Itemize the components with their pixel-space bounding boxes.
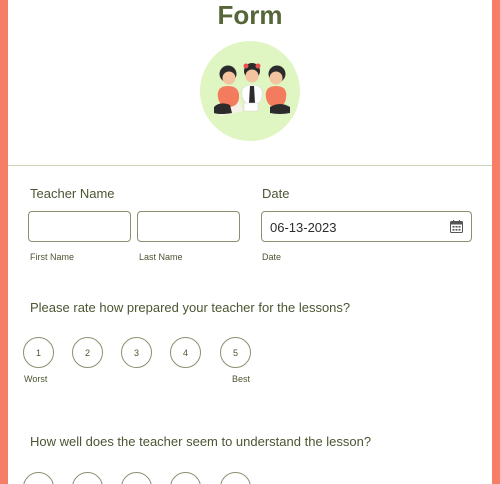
q2-rating-5[interactable]: 5	[220, 472, 251, 484]
q2-rating-2[interactable]: 2	[72, 472, 103, 484]
first-name-input[interactable]	[28, 211, 131, 242]
date-label: Date	[262, 186, 290, 201]
teacher-name-label: Teacher Name	[30, 186, 115, 201]
q2-rating-4[interactable]: 4	[170, 472, 201, 484]
q1-best-label: Best	[232, 374, 251, 384]
q1-rating-2[interactable]: 2	[72, 337, 103, 368]
date-sublabel: Date	[262, 252, 282, 262]
question-1-text: Please rate how prepared your teacher fo…	[30, 300, 351, 315]
q1-rating-3[interactable]: 3	[121, 337, 152, 368]
last-name-sublabel: Last Name	[139, 252, 183, 262]
q1-worst-label: Worst	[24, 374, 48, 384]
q2-rating-3[interactable]: 3	[121, 472, 152, 484]
q1-rating-1[interactable]: 1	[23, 337, 54, 368]
header-divider	[8, 165, 492, 166]
first-name-sublabel: First Name	[30, 252, 75, 262]
last-name-input[interactable]	[137, 211, 240, 242]
calendar-icon[interactable]	[450, 220, 463, 233]
q1-rating-5[interactable]: 5	[220, 337, 251, 368]
question-2-text: How well does the teacher seem to unders…	[30, 434, 372, 449]
date-value: 06-13-2023	[270, 220, 337, 235]
header-illustration	[200, 41, 300, 141]
students-illustration	[214, 63, 290, 117]
form-title: Form	[217, 0, 283, 30]
date-input[interactable]: 06-13-2023	[261, 211, 472, 242]
q1-rating-4[interactable]: 4	[170, 337, 201, 368]
form-card: Form Teacher Name First Name Last Name D…	[8, 0, 492, 484]
q2-rating-1[interactable]: 1	[23, 472, 54, 484]
